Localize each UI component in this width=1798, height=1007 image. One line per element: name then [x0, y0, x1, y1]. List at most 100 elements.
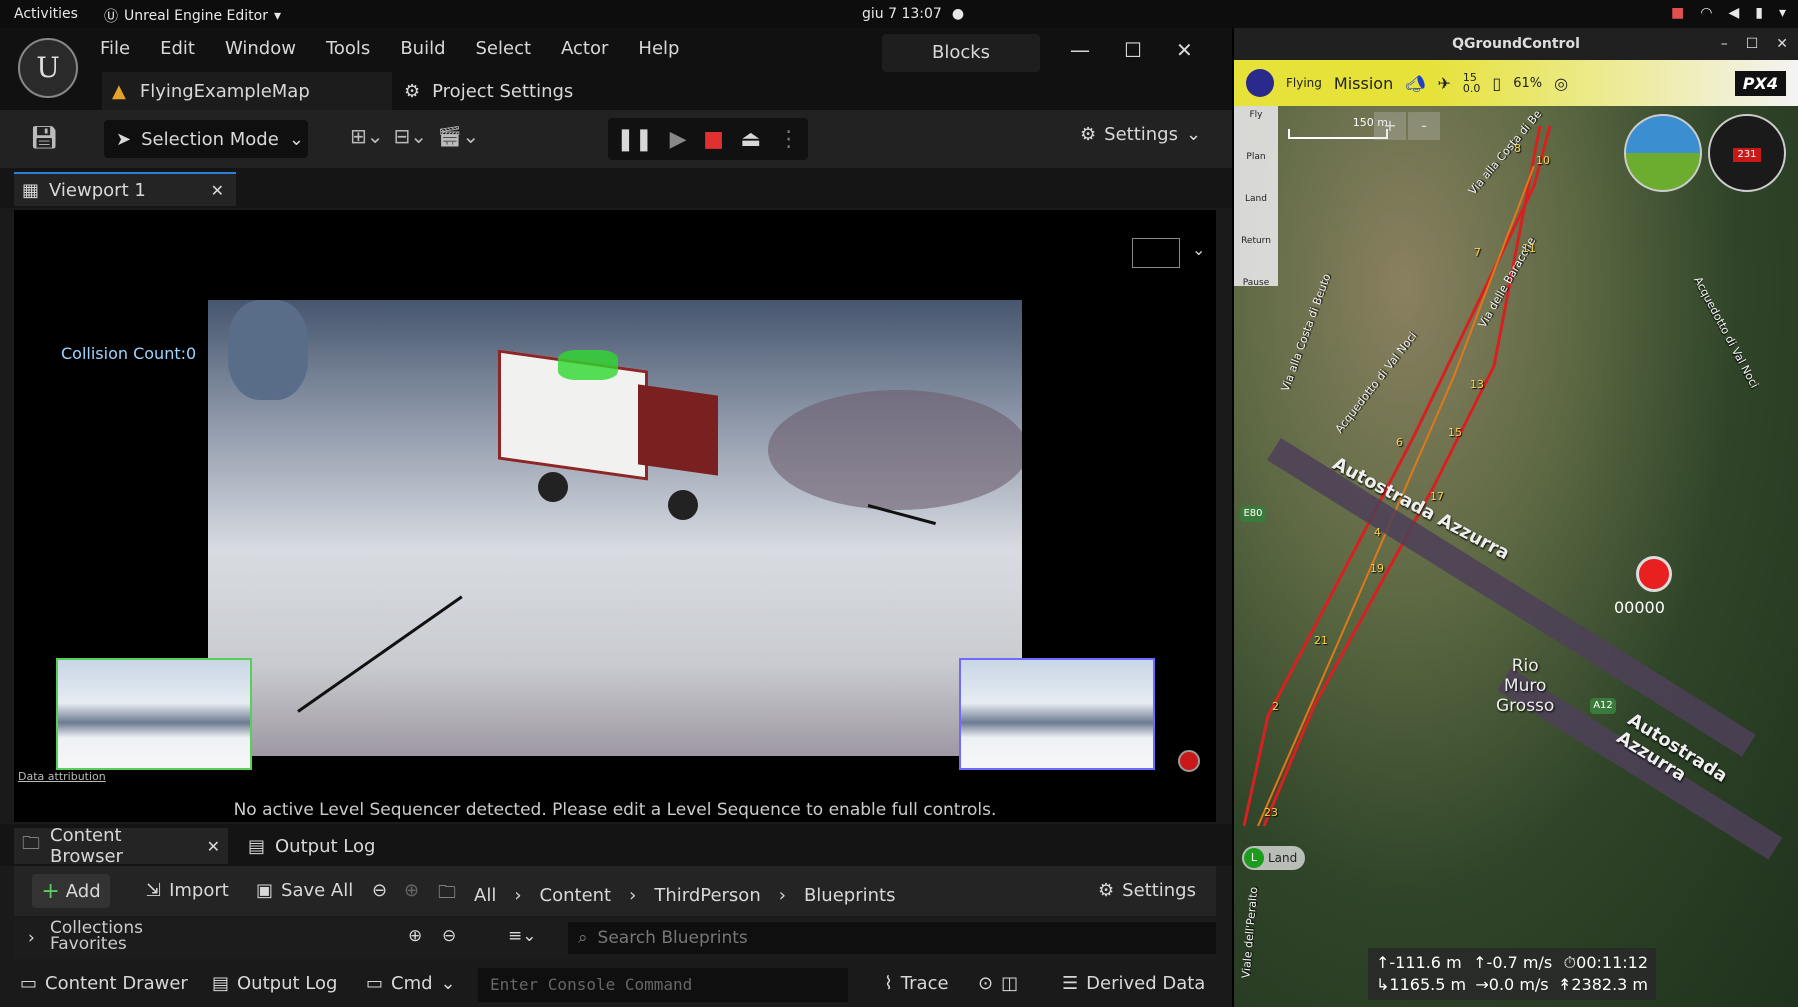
- chevron-right-icon[interactable]: ›: [514, 885, 521, 906]
- blueprint-icon[interactable]: ⊟⌄: [394, 124, 428, 148]
- camera-preview-right[interactable]: [959, 658, 1155, 770]
- breadcrumb-blueprints[interactable]: Blueprints: [804, 885, 896, 906]
- settings-dropdown[interactable]: ⚙ Settings ⌄: [1080, 124, 1201, 145]
- zoom-out-icon[interactable]: ⊖: [442, 926, 456, 946]
- menu-build[interactable]: Build: [400, 38, 445, 59]
- waypoint-label[interactable]: 13: [1470, 378, 1484, 391]
- tool-plan[interactable]: Plan: [1234, 148, 1278, 190]
- camera-preview-left[interactable]: [56, 658, 252, 770]
- land-marker[interactable]: L Land: [1242, 846, 1306, 870]
- system-tray[interactable]: ■ ◠ ◀ ▮ ▾: [1671, 5, 1786, 21]
- waypoint-label[interactable]: 19: [1370, 562, 1384, 575]
- data-attribution-link[interactable]: Data attribution: [18, 770, 106, 783]
- filter-icon[interactable]: ≡⌄: [508, 926, 537, 946]
- scene-render[interactable]: [208, 300, 1022, 756]
- menu-help[interactable]: Help: [638, 38, 679, 59]
- gps-icon[interactable]: ✈: [1438, 74, 1451, 93]
- waypoint-label[interactable]: 8: [1514, 142, 1521, 155]
- zoom-in-button[interactable]: +: [1374, 112, 1406, 140]
- activities-button[interactable]: Activities: [14, 6, 78, 22]
- breadcrumb-content[interactable]: Content: [540, 885, 612, 906]
- app-menu[interactable]: Ⓤ Unreal Engine Editor ▾: [104, 6, 281, 26]
- tab-content-browser[interactable]: 🗀︎ Content Browser ✕: [14, 825, 228, 867]
- close-icon[interactable]: ✕: [207, 837, 220, 856]
- chevron-down-icon[interactable]: ⌄: [1192, 240, 1205, 259]
- save-all-button[interactable]: ▣ Save All: [256, 880, 353, 901]
- record-icon[interactable]: [1178, 750, 1200, 772]
- more-icon[interactable]: ⋮: [778, 127, 800, 152]
- record-button[interactable]: [1636, 556, 1672, 592]
- console-input[interactable]: Enter Console Command: [478, 968, 848, 1002]
- pause-icon[interactable]: ❚❚: [616, 127, 653, 152]
- step-icon[interactable]: ▶: [670, 127, 687, 152]
- rc-icon[interactable]: ◎: [1554, 74, 1568, 93]
- zoom-out-button[interactable]: -: [1408, 112, 1440, 140]
- waypoint-label[interactable]: 15: [1448, 426, 1462, 439]
- nav-forward-button[interactable]: ⊕: [404, 880, 419, 901]
- waypoint-label[interactable]: 2: [1272, 700, 1279, 713]
- waypoint-label[interactable]: 23: [1264, 806, 1278, 819]
- tab-viewport-1[interactable]: ▦ Viewport 1 ✕: [14, 172, 236, 206]
- menu-file[interactable]: File: [100, 38, 130, 59]
- close-icon[interactable]: ✕: [211, 181, 224, 200]
- add-collection-icon[interactable]: ⊕: [408, 926, 422, 946]
- trace-button[interactable]: ⌇ Trace: [884, 973, 949, 994]
- screenshot-tools[interactable]: ⊙ ◫: [978, 973, 1018, 994]
- content-settings-button[interactable]: ⚙ Settings: [1098, 880, 1196, 901]
- flight-mode[interactable]: Flying: [1286, 76, 1322, 90]
- add-actor-icon[interactable]: ⊞⌄: [350, 124, 384, 148]
- cmd-dropdown[interactable]: ▭ Cmd ⌄: [366, 973, 456, 994]
- waypoint-label[interactable]: 4: [1374, 526, 1381, 539]
- clock[interactable]: giu 7 13:07 ●: [862, 6, 964, 22]
- sources-panel[interactable]: Collections Favorites: [50, 920, 143, 953]
- breadcrumb-thirdperson[interactable]: ThirdPerson: [654, 885, 760, 906]
- tool-pause[interactable]: Pause: [1234, 274, 1278, 316]
- content-drawer-button[interactable]: ▭ Content Drawer: [20, 973, 188, 994]
- mission-indicator[interactable]: Mission: [1334, 74, 1393, 93]
- chevron-right-icon[interactable]: ›: [28, 928, 35, 948]
- battery-icon[interactable]: ▯: [1492, 74, 1501, 93]
- add-button[interactable]: + Add: [32, 874, 110, 908]
- tool-land[interactable]: Land: [1234, 190, 1278, 232]
- viewport[interactable]: ⌄ Collision Count:0 Data attribution No …: [14, 210, 1216, 822]
- minimize-button[interactable]: –: [1721, 28, 1728, 60]
- tool-return[interactable]: Return: [1234, 232, 1278, 274]
- search-blueprints-input[interactable]: ⌕ Search Blueprints: [568, 922, 1216, 954]
- waypoint-label[interactable]: 21: [1314, 634, 1328, 647]
- menu-window[interactable]: Window: [225, 38, 296, 59]
- minimize-button[interactable]: —: [1070, 38, 1090, 62]
- menu-edit[interactable]: Edit: [160, 38, 195, 59]
- qgc-logo-icon[interactable]: [1246, 69, 1274, 97]
- import-button[interactable]: ⇲ Import: [146, 880, 229, 901]
- nav-back-button[interactable]: ⊖: [372, 880, 387, 901]
- menu-select[interactable]: Select: [476, 38, 532, 59]
- tab-project-settings[interactable]: ⚙ Project Settings: [404, 72, 573, 110]
- cinematics-icon[interactable]: 🎬︎⌄: [437, 124, 479, 148]
- chevron-right-icon[interactable]: ›: [779, 885, 786, 906]
- layout-icon[interactable]: [1132, 238, 1180, 268]
- waypoint-label[interactable]: 11: [1522, 242, 1536, 255]
- tab-output-log[interactable]: ▤ Output Log: [240, 828, 383, 864]
- close-button[interactable]: ✕: [1776, 28, 1788, 60]
- stop-icon[interactable]: ■: [703, 127, 724, 152]
- map-view[interactable]: Autostrada Azzurra Autostrada Azzurra Ri…: [1234, 106, 1798, 1007]
- selection-mode-dropdown[interactable]: ➤ Selection Mode ⌄: [104, 120, 308, 158]
- megaphone-icon[interactable]: 📣︎: [1405, 74, 1425, 93]
- waypoint-label[interactable]: 7: [1474, 246, 1481, 259]
- tool-fly[interactable]: Fly: [1234, 106, 1278, 148]
- output-log-button[interactable]: ▤ Output Log: [212, 973, 337, 994]
- menu-actor[interactable]: Actor: [561, 38, 608, 59]
- waypoint-label[interactable]: 17: [1430, 490, 1444, 503]
- waypoint-label[interactable]: 6: [1396, 436, 1403, 449]
- maximize-button[interactable]: ☐: [1746, 28, 1759, 60]
- menu-tools[interactable]: Tools: [326, 38, 370, 59]
- derived-data-button[interactable]: ☰ Derived Data: [1062, 973, 1205, 994]
- chevron-right-icon[interactable]: ›: [629, 885, 636, 906]
- unreal-logo-icon[interactable]: U: [18, 38, 78, 98]
- eject-icon[interactable]: ⏏: [740, 127, 761, 152]
- waypoint-label[interactable]: 10: [1536, 154, 1550, 167]
- close-button[interactable]: ✕: [1176, 38, 1193, 62]
- save-icon[interactable]: 💾︎: [30, 126, 58, 151]
- tab-flying-example-map[interactable]: ▲ FlyingExampleMap: [102, 72, 392, 110]
- maximize-button[interactable]: ☐: [1124, 38, 1142, 62]
